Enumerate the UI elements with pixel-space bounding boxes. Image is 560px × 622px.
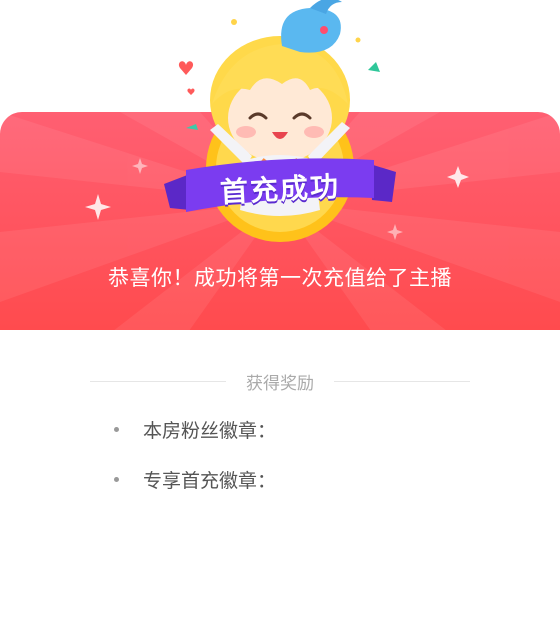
reward-list: 本房粉丝徽章： 专享首充徽章：	[114, 412, 494, 512]
divider-left	[90, 380, 226, 382]
bullet-icon	[114, 426, 119, 432]
heart-icon	[178, 61, 194, 75]
heart-icon	[187, 88, 195, 95]
success-ribbon: 首充成功	[160, 150, 400, 230]
divider-right	[334, 380, 470, 382]
reward-section-header: 获得奖励	[90, 368, 470, 394]
reward-section-title: 获得奖励	[246, 373, 314, 394]
reward-label: 专享首充徽章：	[143, 469, 277, 492]
reward-item-fan-badge: 本房粉丝徽章：	[114, 412, 494, 446]
success-message: 恭喜你！成功将第一次充值给了主播	[108, 266, 452, 290]
reward-item-first-recharge-badge: 专享首充徽章：	[114, 462, 494, 496]
reward-label: 本房粉丝徽章：	[143, 419, 277, 442]
first-recharge-dialog: 首充成功 恭喜你！成功将第一次充值给了主播 获得奖励 本房粉丝徽章： 专享首充徽…	[0, 0, 560, 622]
bullet-icon	[114, 476, 119, 482]
